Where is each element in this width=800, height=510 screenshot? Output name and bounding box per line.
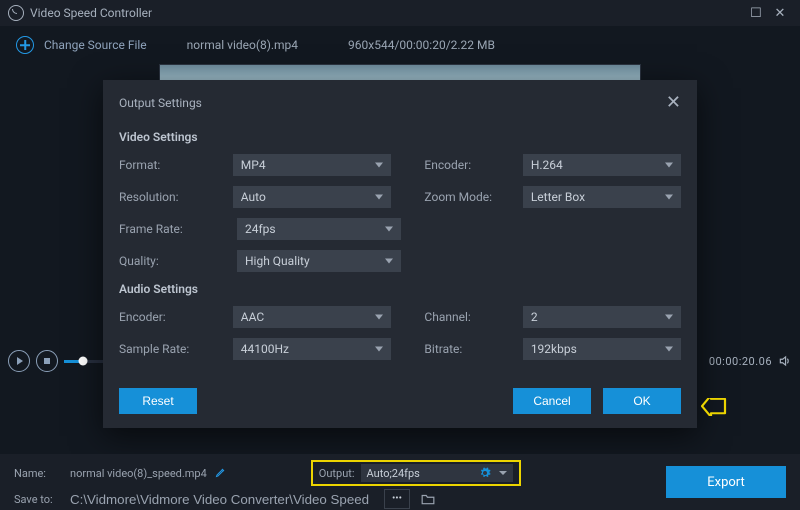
video-encoder-label: Encoder: xyxy=(424,158,512,172)
chevron-down-icon xyxy=(375,347,383,352)
callout-arrow-icon xyxy=(701,398,723,414)
reset-button[interactable]: Reset xyxy=(119,388,197,414)
audio-settings-heading: Audio Settings xyxy=(119,282,681,296)
app-title: Video Speed Controller xyxy=(30,6,152,20)
bitrate-select[interactable]: 192kbps xyxy=(523,338,681,360)
sample-rate-select[interactable]: 44100Hz xyxy=(233,338,391,360)
format-label: Format: xyxy=(119,158,223,172)
chevron-down-icon xyxy=(665,163,673,168)
output-settings-dialog: Output Settings ✕ Video Settings Format:… xyxy=(103,80,697,428)
volume-icon[interactable] xyxy=(778,354,792,368)
source-meta: 960x544/00:00:20/2.22 MB xyxy=(348,38,495,52)
output-preset-label: Output: xyxy=(319,467,355,480)
app-window: Video Speed Controller – ☐ ✕ Change Sour… xyxy=(0,0,800,510)
video-encoder-select[interactable]: H.264 xyxy=(523,154,681,176)
close-button[interactable]: ✕ xyxy=(768,3,792,23)
save-location-input[interactable] xyxy=(70,490,370,508)
quality-label: Quality: xyxy=(119,254,227,268)
channel-label: Channel: xyxy=(424,310,512,324)
stop-button[interactable] xyxy=(36,350,58,372)
frame-rate-label: Frame Rate: xyxy=(119,222,227,236)
export-button[interactable]: Export xyxy=(666,466,786,498)
frame-rate-select[interactable]: 24fps xyxy=(237,218,401,240)
output-preset-box: Output: Auto;24fps xyxy=(311,460,521,486)
dialog-title: Output Settings xyxy=(119,96,202,110)
chevron-down-icon xyxy=(499,471,507,475)
channel-select[interactable]: 2 xyxy=(523,306,681,328)
maximize-button[interactable]: ☐ xyxy=(744,3,768,23)
chevron-down-icon xyxy=(665,347,673,352)
browse-location-button[interactable]: ••• xyxy=(384,489,410,509)
app-logo-icon xyxy=(8,5,24,21)
audio-encoder-label: Encoder: xyxy=(119,310,223,324)
edit-name-button[interactable] xyxy=(215,466,227,481)
ok-button[interactable]: OK xyxy=(603,388,681,414)
output-preset-select[interactable]: Auto;24fps xyxy=(361,464,513,482)
chevron-down-icon xyxy=(375,195,383,200)
plus-icon xyxy=(16,36,34,54)
chevron-down-icon xyxy=(375,315,383,320)
sample-rate-label: Sample Rate: xyxy=(119,342,223,356)
save-to-label: Save to: xyxy=(14,493,62,506)
bitrate-label: Bitrate: xyxy=(424,342,512,356)
format-select[interactable]: MP4 xyxy=(233,154,391,176)
video-settings-heading: Video Settings xyxy=(119,130,681,144)
dialog-close-button[interactable]: ✕ xyxy=(666,94,681,112)
quality-select[interactable]: High Quality xyxy=(237,250,401,272)
chevron-down-icon xyxy=(665,315,673,320)
cancel-button[interactable]: Cancel xyxy=(513,388,591,414)
chevron-down-icon xyxy=(385,227,393,232)
playback-time: 00:00:20.06 xyxy=(709,355,772,368)
audio-encoder-select[interactable]: AAC xyxy=(233,306,391,328)
zoom-mode-select[interactable]: Letter Box xyxy=(523,186,681,208)
play-button[interactable] xyxy=(8,350,30,372)
change-source-link[interactable]: Change Source File xyxy=(44,38,147,52)
titlebar: Video Speed Controller – ☐ ✕ xyxy=(0,0,800,26)
chevron-down-icon xyxy=(375,163,383,168)
name-label: Name: xyxy=(14,467,62,480)
output-name-value: normal video(8)_speed.mp4 xyxy=(70,467,207,480)
gear-icon[interactable] xyxy=(479,467,491,479)
resolution-label: Resolution: xyxy=(119,190,223,204)
bottom-bar: Name: normal video(8)_speed.mp4 Output: … xyxy=(0,454,800,510)
zoom-mode-label: Zoom Mode: xyxy=(424,190,512,204)
resolution-select[interactable]: Auto xyxy=(233,186,391,208)
source-bar: Change Source File normal video(8).mp4 9… xyxy=(0,26,800,64)
open-folder-button[interactable] xyxy=(418,490,438,508)
chevron-down-icon xyxy=(665,195,673,200)
source-filename: normal video(8).mp4 xyxy=(187,38,298,52)
chevron-down-icon xyxy=(385,259,393,264)
